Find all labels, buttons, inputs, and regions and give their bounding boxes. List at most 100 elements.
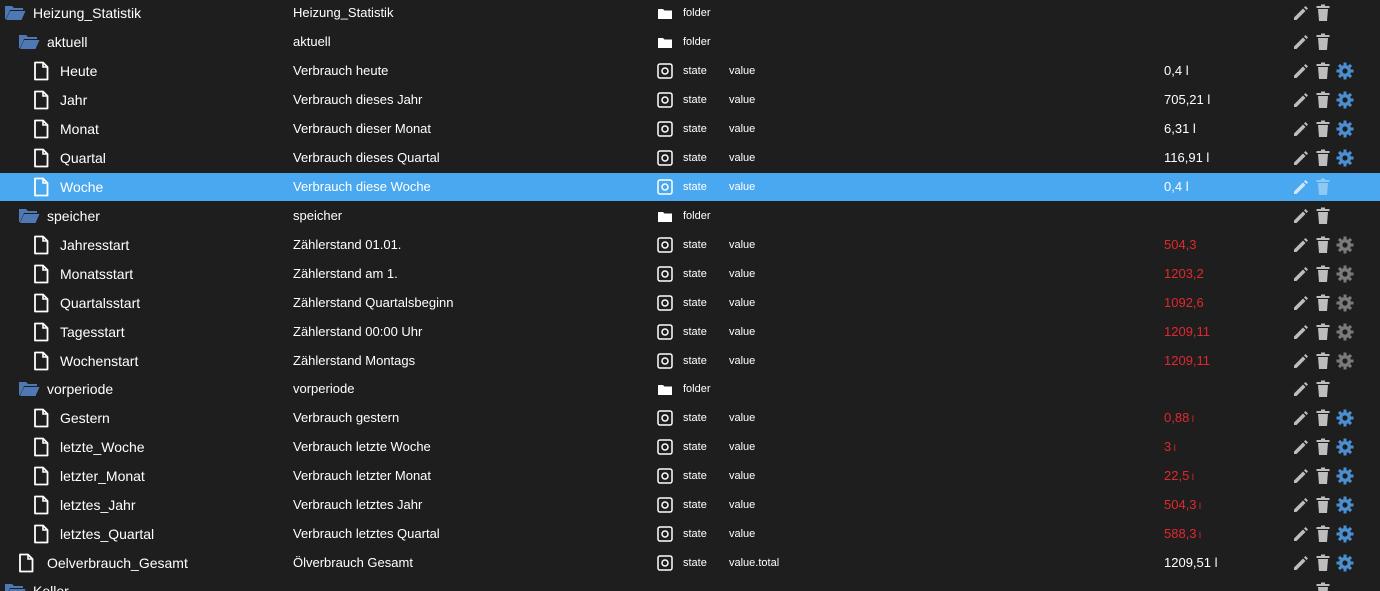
folder-open-icon[interactable]	[4, 3, 26, 23]
trash-icon[interactable]	[1312, 407, 1334, 429]
trash-icon[interactable]	[1312, 580, 1334, 591]
tree-row-keller[interactable]: Keller	[0, 577, 1380, 591]
folder-open-icon[interactable]	[18, 206, 40, 226]
folder-open-icon[interactable]	[4, 581, 26, 591]
pencil-icon[interactable]	[1290, 378, 1312, 400]
pencil-icon[interactable]	[1290, 31, 1312, 53]
object-value[interactable]: 1209,11	[1164, 347, 1210, 375]
object-value[interactable]: 6,31 l	[1164, 115, 1196, 143]
file-icon[interactable]	[33, 351, 55, 371]
file-icon[interactable]	[33, 264, 55, 284]
file-icon[interactable]	[33, 322, 55, 342]
trash-icon[interactable]	[1312, 378, 1334, 400]
file-icon[interactable]	[18, 553, 40, 573]
tree-row-tagesstart[interactable]: Tagesstart Zählerstand 00:00 Uhr state valu…	[0, 318, 1380, 346]
trash-icon[interactable]	[1312, 89, 1334, 111]
object-value[interactable]: 1209,51 l	[1164, 549, 1218, 577]
file-icon[interactable]	[33, 524, 55, 544]
gear-icon[interactable]	[1334, 523, 1356, 545]
trash-icon[interactable]	[1312, 60, 1334, 82]
pencil-icon[interactable]	[1290, 292, 1312, 314]
tree-row-jahresstart[interactable]: Jahresstart Zählerstand 01.01. state value 5…	[0, 231, 1380, 259]
tree-row-vorperiode[interactable]: vorperiode vorperiode folder	[0, 375, 1380, 403]
tree-row-monatsstart[interactable]: Monatsstart Zählerstand am 1. state value 12…	[0, 260, 1380, 288]
folder-open-icon[interactable]	[18, 32, 40, 52]
tree-row-monat[interactable]: Monat Verbrauch dieser Monat state value 6,3…	[0, 115, 1380, 143]
pencil-icon[interactable]	[1290, 147, 1312, 169]
tree-row-letzter-monat[interactable]: letzter_Monat Verbrauch letzter Monat stat…	[0, 462, 1380, 490]
tree-row-speicher[interactable]: speicher speicher folder	[0, 202, 1380, 230]
gear-icon[interactable]	[1334, 147, 1356, 169]
object-value[interactable]: 0,88 l	[1164, 404, 1194, 432]
object-value[interactable]: 588,3 l	[1164, 520, 1201, 548]
file-icon[interactable]	[33, 61, 55, 81]
pencil-icon[interactable]	[1290, 321, 1312, 343]
tree-row-heizung-statistik[interactable]: Heizung_Statistik Heizung_Statistik folder	[0, 0, 1380, 27]
gear-icon[interactable]	[1334, 118, 1356, 140]
trash-icon[interactable]	[1312, 494, 1334, 516]
pencil-icon[interactable]	[1290, 552, 1312, 574]
pencil-icon[interactable]	[1290, 350, 1312, 372]
gear-icon[interactable]	[1334, 89, 1356, 111]
tree-row-aktuell[interactable]: aktuell aktuell folder	[0, 28, 1380, 56]
file-icon[interactable]	[33, 495, 55, 515]
file-icon[interactable]	[33, 119, 55, 139]
trash-icon[interactable]	[1312, 2, 1334, 24]
object-value[interactable]: 504,3 l	[1164, 491, 1201, 519]
tree-row-quartal[interactable]: Quartal Verbrauch dieses Quartal state valu…	[0, 144, 1380, 172]
trash-icon[interactable]	[1312, 205, 1334, 227]
object-value[interactable]: 1209,11	[1164, 318, 1210, 346]
file-icon[interactable]	[33, 437, 55, 457]
file-icon[interactable]	[33, 177, 55, 197]
pencil-icon[interactable]	[1290, 2, 1312, 24]
pencil-icon[interactable]	[1290, 205, 1312, 227]
trash-icon[interactable]	[1312, 263, 1334, 285]
pencil-icon[interactable]	[1290, 118, 1312, 140]
object-value[interactable]: 705,21 l	[1164, 86, 1210, 114]
gear-icon[interactable]	[1334, 552, 1356, 574]
file-icon[interactable]	[33, 408, 55, 428]
folder-open-icon[interactable]	[18, 379, 40, 399]
trash-icon[interactable]	[1312, 523, 1334, 545]
tree-row-oelverbrauch-gesamt[interactable]: Oelverbrauch_Gesamt Ölverbrauch Gesamt sta…	[0, 549, 1380, 577]
file-icon[interactable]	[33, 90, 55, 110]
trash-icon[interactable]	[1312, 147, 1334, 169]
tree-row-jahr[interactable]: Jahr Verbrauch dieses Jahr state value 705,2…	[0, 86, 1380, 114]
trash-icon[interactable]	[1312, 350, 1334, 372]
gear-icon[interactable]	[1334, 234, 1356, 256]
trash-icon[interactable]	[1312, 321, 1334, 343]
gear-icon[interactable]	[1334, 465, 1356, 487]
file-icon[interactable]	[33, 148, 55, 168]
object-value[interactable]: 0,4 l	[1164, 57, 1189, 85]
pencil-icon[interactable]	[1290, 494, 1312, 516]
tree-row-letzte-woche[interactable]: letzte_Woche Verbrauch letzte Woche state v…	[0, 433, 1380, 461]
tree-row-gestern[interactable]: Gestern Verbrauch gestern state value 0,88 l	[0, 404, 1380, 432]
object-value[interactable]: 3 l	[1164, 433, 1176, 461]
gear-icon[interactable]	[1334, 60, 1356, 82]
file-icon[interactable]	[33, 235, 55, 255]
tree-row-heute[interactable]: Heute Verbrauch heute state value 0,4 l	[0, 57, 1380, 85]
trash-icon[interactable]	[1312, 436, 1334, 458]
object-value[interactable]: 1203,2	[1164, 260, 1204, 288]
trash-icon[interactable]	[1312, 552, 1334, 574]
trash-icon[interactable]	[1312, 31, 1334, 53]
trash-icon[interactable]	[1312, 292, 1334, 314]
file-icon[interactable]	[33, 293, 55, 313]
tree-row-quartalsstart[interactable]: Quartalsstart Zählerstand Quartalsbeginn s…	[0, 289, 1380, 317]
pencil-icon[interactable]	[1290, 523, 1312, 545]
tree-row-wochenstart[interactable]: Wochenstart Zählerstand Montags state value…	[0, 347, 1380, 375]
pencil-icon[interactable]	[1290, 407, 1312, 429]
pencil-icon[interactable]	[1290, 89, 1312, 111]
object-value[interactable]: 1092,6	[1164, 289, 1204, 317]
tree-row-letztes-quartal[interactable]: letztes_Quartal Verbrauch letztes Quartal…	[0, 520, 1380, 548]
trash-icon[interactable]	[1312, 465, 1334, 487]
gear-icon[interactable]	[1334, 292, 1356, 314]
object-value[interactable]: 504,3	[1164, 231, 1197, 259]
pencil-icon[interactable]	[1290, 263, 1312, 285]
gear-icon[interactable]	[1334, 407, 1356, 429]
gear-icon[interactable]	[1334, 350, 1356, 372]
pencil-icon[interactable]	[1290, 60, 1312, 82]
file-icon[interactable]	[33, 466, 55, 486]
pencil-icon[interactable]	[1290, 234, 1312, 256]
object-value[interactable]: 22,5 l	[1164, 462, 1194, 490]
